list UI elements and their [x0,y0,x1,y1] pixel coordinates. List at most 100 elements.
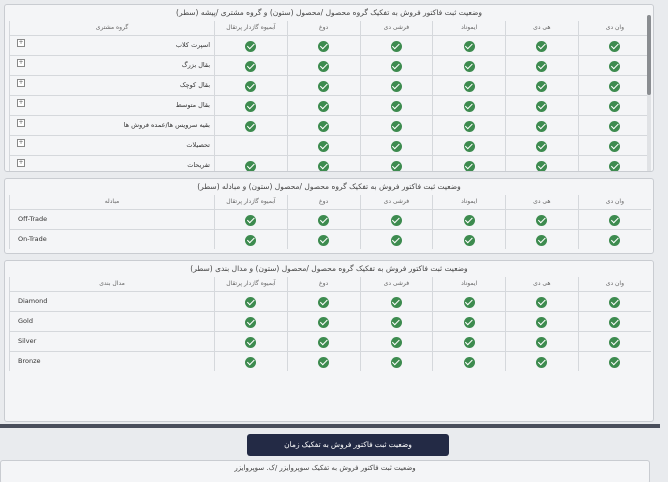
plus-box-icon[interactable]: + [17,158,25,167]
time-breakdown-button[interactable]: وضعیت ثبت فاکتور فروش به تفکیک زمان [247,434,449,456]
column-header[interactable]: دوغ [286,21,360,35]
check-circle-icon [536,60,548,72]
column-header[interactable]: ایموناد [432,277,506,291]
row-label: تفریحات [187,161,210,169]
status-cell [432,208,506,229]
column-header[interactable]: فرشی دی [359,195,433,209]
status-cell [505,54,579,75]
column-header[interactable]: فرشی دی [359,21,433,35]
column-header[interactable]: هی دی [505,21,579,35]
row-header: مدال بندی [9,277,215,291]
table-row: Bronze [9,350,651,371]
row-label: On-Trade [18,235,47,243]
status-cell [505,350,579,371]
column-header[interactable]: وان دی [577,21,651,35]
row-label-cell: بقال متوسط + [9,94,215,115]
plus-box-icon[interactable]: + [17,118,25,127]
check-circle-icon [463,336,475,348]
column-header[interactable]: آبمیوه گازدار پرتقال [214,277,288,291]
check-circle-icon [390,60,402,72]
row-label-cell: بقال بزرگ + [9,54,215,75]
panel-scrollbar[interactable] [647,15,651,171]
check-circle-icon [318,214,330,226]
check-circle-icon [318,316,330,328]
status-cell [286,208,360,229]
status-cell [286,350,360,371]
status-cell [359,228,433,249]
column-header[interactable]: ایموناد [432,21,506,35]
status-cell [359,54,433,75]
status-cell [505,34,579,55]
check-circle-icon [390,80,402,92]
status-cell [577,154,651,171]
check-circle-icon [536,80,548,92]
table-row: تفریحات + [9,154,651,171]
check-circle-icon [609,214,621,226]
column-header[interactable]: آبمیوه گازدار پرتقال [214,195,288,209]
row-label-cell: تحصیلات + [9,134,215,155]
status-cell [432,154,506,171]
plus-box-icon[interactable]: + [17,58,25,67]
status-cell [359,74,433,95]
check-circle-icon [245,120,257,132]
row-label-cell: Diamond [9,290,215,311]
check-circle-icon [536,356,548,368]
check-circle-icon [245,336,257,348]
status-cell [505,74,579,95]
check-circle-icon [318,60,330,72]
column-header[interactable]: هی دی [505,195,579,209]
table-row: Off-Trade [9,208,651,229]
table-row: بقیه سرویس ها/عمده فروش ها + [9,114,651,135]
status-cell [577,290,651,311]
check-circle-icon [609,316,621,328]
row-label: بقال کوچک [179,81,210,89]
status-cell [286,34,360,55]
column-header[interactable]: ایموناد [432,195,506,209]
scrollbar-thumb[interactable] [647,15,651,95]
status-cell [286,114,360,135]
check-circle-icon [463,40,475,52]
status-cell [577,228,651,249]
check-circle-icon [318,356,330,368]
row-label-cell: On-Trade [9,228,215,249]
row-header: گروه مشتری [9,21,215,35]
plus-box-icon[interactable]: + [17,98,25,107]
check-circle-icon [390,214,402,226]
status-cell [432,94,506,115]
check-circle-icon [390,234,402,246]
plus-box-icon[interactable]: + [17,138,25,147]
check-circle-icon [390,140,402,152]
column-header[interactable]: فرشی دی [359,277,433,291]
check-circle-icon [318,40,330,52]
status-cell [359,34,433,55]
check-circle-icon [609,160,621,171]
check-circle-icon [245,356,257,368]
check-circle-icon [609,120,621,132]
plus-box-icon[interactable]: + [17,78,25,87]
supervisor-panel: وضعیت ثبت فاکتور فروش به تفکیک سوپروایزر… [0,460,650,482]
status-cell [505,290,579,311]
status-cell [214,34,288,55]
row-label-cell: تفریحات + [9,154,215,171]
column-header[interactable]: وان دی [577,195,651,209]
status-cell [214,74,288,95]
column-header[interactable]: وان دی [577,277,651,291]
status-cell [214,330,288,351]
column-header[interactable]: دوغ [286,195,360,209]
check-circle-icon [609,40,621,52]
column-header[interactable]: هی دی [505,277,579,291]
status-cell [286,154,360,171]
status-cell [214,208,288,229]
column-header[interactable]: دوغ [286,277,360,291]
row-header: مبادله [9,195,215,209]
check-circle-icon [463,140,475,152]
status-cell [505,154,579,171]
check-circle-icon [536,120,548,132]
row-label-cell: Silver [9,330,215,351]
row-label: بقال بزرگ [181,61,210,69]
plus-box-icon[interactable]: + [17,38,25,47]
status-cell [577,310,651,331]
status-cell [359,134,433,155]
status-cell [432,114,506,135]
column-header[interactable]: آبمیوه گازدار پرتقال [214,21,288,35]
